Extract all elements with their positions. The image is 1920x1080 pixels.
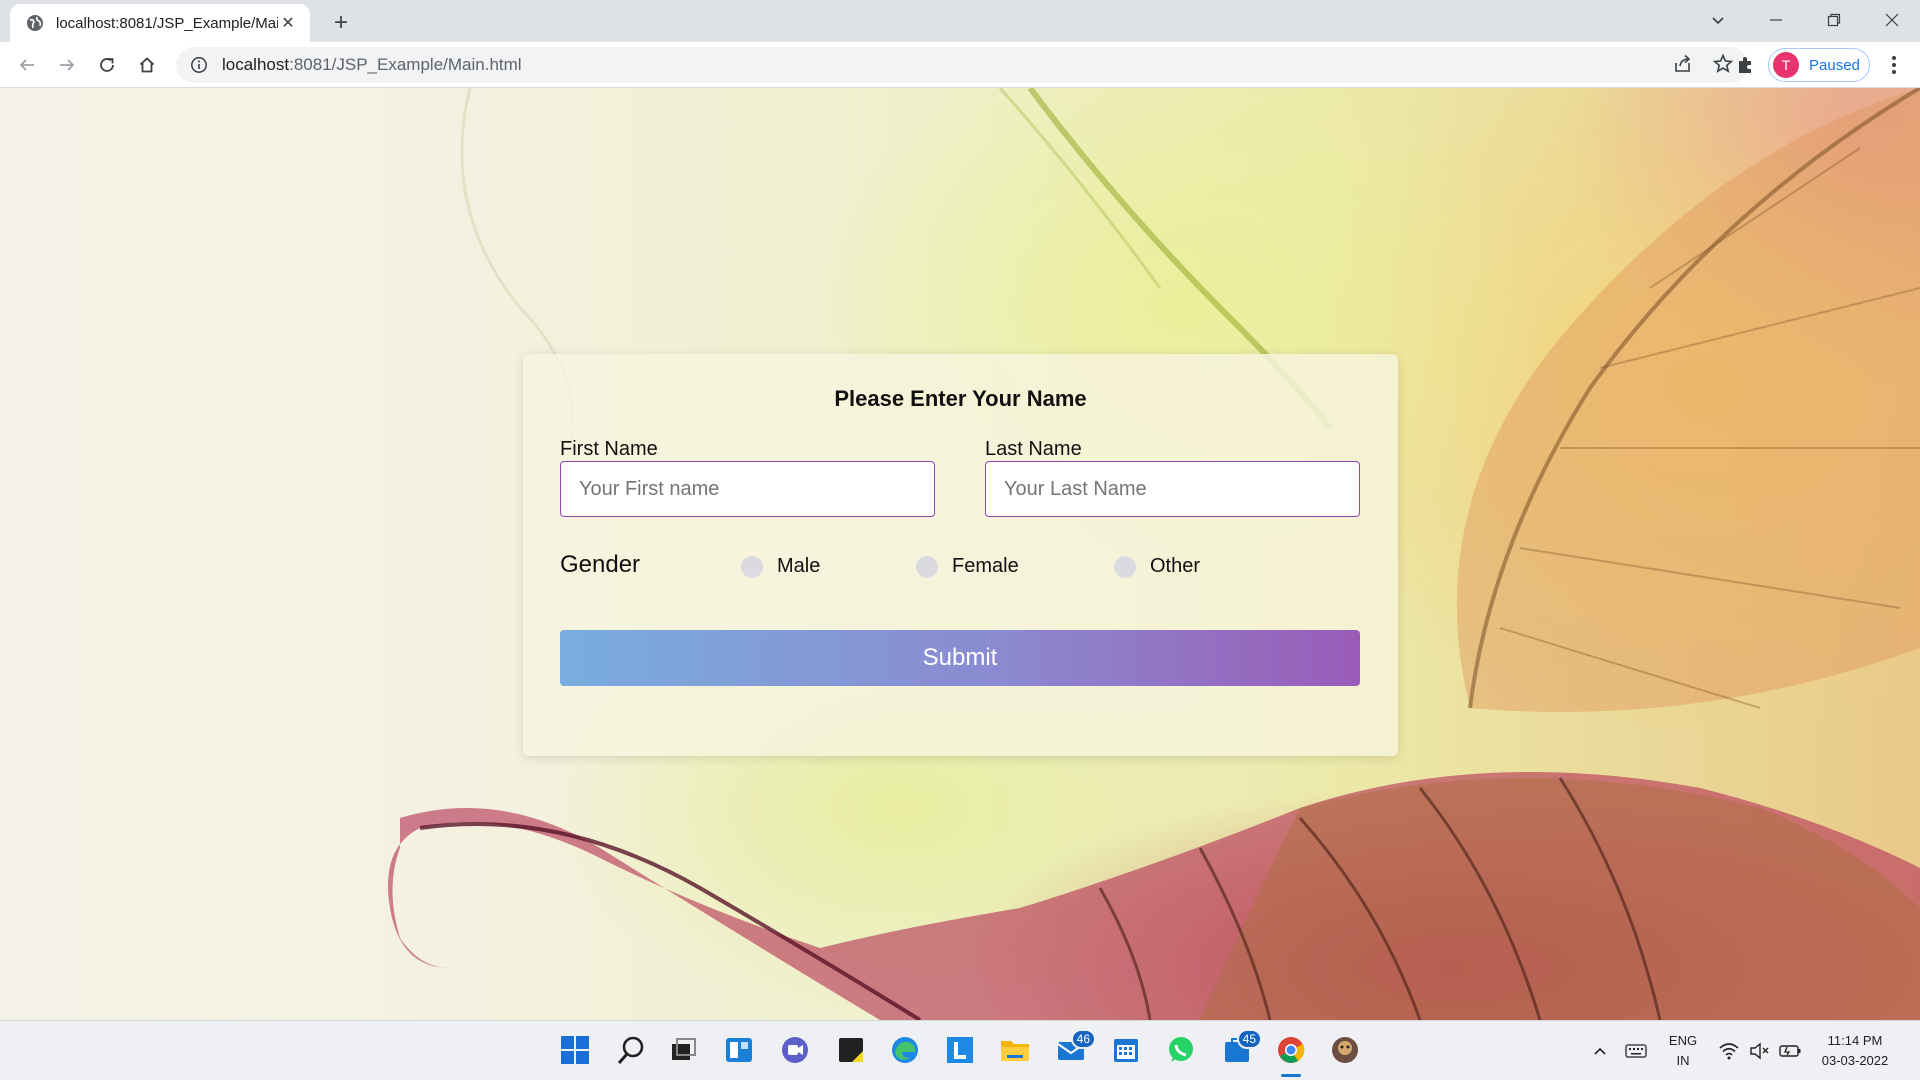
radio-label-male: Male bbox=[777, 555, 821, 577]
file-explorer-icon[interactable] bbox=[996, 1031, 1034, 1069]
minimize-icon[interactable] bbox=[1748, 0, 1804, 40]
radio-label-female: Female bbox=[952, 555, 1019, 577]
share-icon[interactable] bbox=[1672, 53, 1694, 75]
browser-toolbar: localhost:8081/JSP_Example/Main.html T P… bbox=[0, 42, 1920, 88]
app-avatar-icon[interactable] bbox=[1326, 1031, 1364, 1069]
teams-chat-icon[interactable] bbox=[776, 1031, 814, 1069]
submit-button[interactable]: Submit bbox=[560, 630, 1360, 686]
profile-status: Paused bbox=[1809, 56, 1860, 74]
mail-icon[interactable]: 46 bbox=[1052, 1029, 1096, 1069]
forward-icon[interactable] bbox=[51, 49, 83, 81]
whatsapp-icon[interactable] bbox=[1162, 1031, 1200, 1069]
form-title: Please Enter Your Name bbox=[834, 386, 1087, 411]
gender-radio-other[interactable]: Other bbox=[1114, 555, 1200, 578]
l-app-icon[interactable] bbox=[941, 1031, 979, 1069]
clock-date: 03-03-2022 bbox=[1821, 1053, 1889, 1068]
url-path: :8081/JSP_Example/Main.html bbox=[289, 55, 522, 74]
store-badge: 45 bbox=[1236, 1029, 1262, 1049]
last-name-input[interactable] bbox=[985, 461, 1360, 517]
name-form-card: Please Enter Your Name First Name Last N… bbox=[523, 354, 1398, 756]
first-name-label: First Name bbox=[560, 438, 658, 460]
wifi-icon[interactable] bbox=[1716, 1021, 1742, 1080]
radio-circle[interactable] bbox=[916, 555, 938, 578]
close-window-icon[interactable] bbox=[1864, 0, 1920, 40]
windows-taskbar: 46 45 ENG IN 11:14 PM 03-03-2022 bbox=[0, 1020, 1920, 1080]
gender-radio-male[interactable]: Male bbox=[741, 555, 820, 578]
mail-badge: 46 bbox=[1070, 1029, 1096, 1049]
store-icon[interactable]: 45 bbox=[1218, 1029, 1262, 1069]
globe-icon bbox=[27, 15, 43, 31]
gender-label: Gender bbox=[560, 551, 641, 578]
radio-label-other: Other bbox=[1150, 555, 1201, 577]
address-bar[interactable]: localhost:8081/JSP_Example/Main.html bbox=[176, 47, 1748, 83]
home-icon[interactable] bbox=[131, 49, 163, 81]
browser-tab[interactable]: localhost:8081/JSP_Example/Mai ✕ bbox=[10, 4, 310, 42]
volume-muted-icon[interactable] bbox=[1746, 1021, 1772, 1080]
radio-circle[interactable] bbox=[1114, 555, 1136, 578]
language-code: ENG bbox=[1668, 1033, 1698, 1048]
keyboard-icon[interactable] bbox=[1622, 1021, 1650, 1080]
avatar: T bbox=[1773, 52, 1799, 78]
battery-icon[interactable] bbox=[1776, 1021, 1804, 1080]
calendar-icon[interactable] bbox=[1107, 1031, 1145, 1069]
show-hidden-icons-chevron-up-icon[interactable] bbox=[1588, 1021, 1612, 1080]
widgets-icon[interactable] bbox=[720, 1031, 758, 1069]
tab-title: localhost:8081/JSP_Example/Mai bbox=[56, 14, 278, 32]
restore-icon[interactable] bbox=[1806, 0, 1862, 40]
page-viewport: Please Enter Your Name First Name Last N… bbox=[0, 88, 1920, 1020]
close-icon[interactable]: ✕ bbox=[278, 13, 298, 33]
extensions-icon[interactable] bbox=[1729, 49, 1761, 81]
task-view-icon[interactable] bbox=[664, 1031, 702, 1069]
url-host: localhost bbox=[222, 55, 290, 74]
url-text: localhost:8081/JSP_Example/Main.html bbox=[222, 55, 522, 75]
radio-circle[interactable] bbox=[741, 555, 763, 578]
search-icon[interactable] bbox=[612, 1031, 650, 1069]
edge-browser-icon[interactable] bbox=[886, 1031, 924, 1069]
profile-button[interactable]: T Paused bbox=[1768, 48, 1870, 82]
clock[interactable]: 11:14 PM 03-03-2022 bbox=[1810, 1031, 1900, 1071]
sticky-notes-icon[interactable] bbox=[832, 1031, 870, 1069]
last-name-label: Last Name bbox=[985, 438, 1082, 460]
input-language[interactable]: ENG IN bbox=[1668, 1031, 1698, 1071]
tab-strip: localhost:8081/JSP_Example/Mai ✕ + bbox=[0, 0, 1920, 42]
menu-icon[interactable] bbox=[1878, 49, 1910, 81]
tab-search-icon[interactable] bbox=[1690, 0, 1746, 40]
reload-icon[interactable] bbox=[91, 49, 123, 81]
active-app-indicator bbox=[1281, 1074, 1301, 1077]
first-name-input[interactable] bbox=[560, 461, 935, 517]
region-code: IN bbox=[1676, 1053, 1690, 1068]
info-icon[interactable] bbox=[190, 56, 208, 74]
clock-time: 11:14 PM bbox=[1827, 1033, 1883, 1048]
new-tab-button[interactable]: + bbox=[326, 8, 356, 38]
chrome-icon[interactable] bbox=[1272, 1031, 1310, 1077]
start-icon[interactable] bbox=[556, 1031, 594, 1069]
back-icon[interactable] bbox=[11, 49, 43, 81]
gender-radio-female[interactable]: Female bbox=[916, 555, 1019, 578]
